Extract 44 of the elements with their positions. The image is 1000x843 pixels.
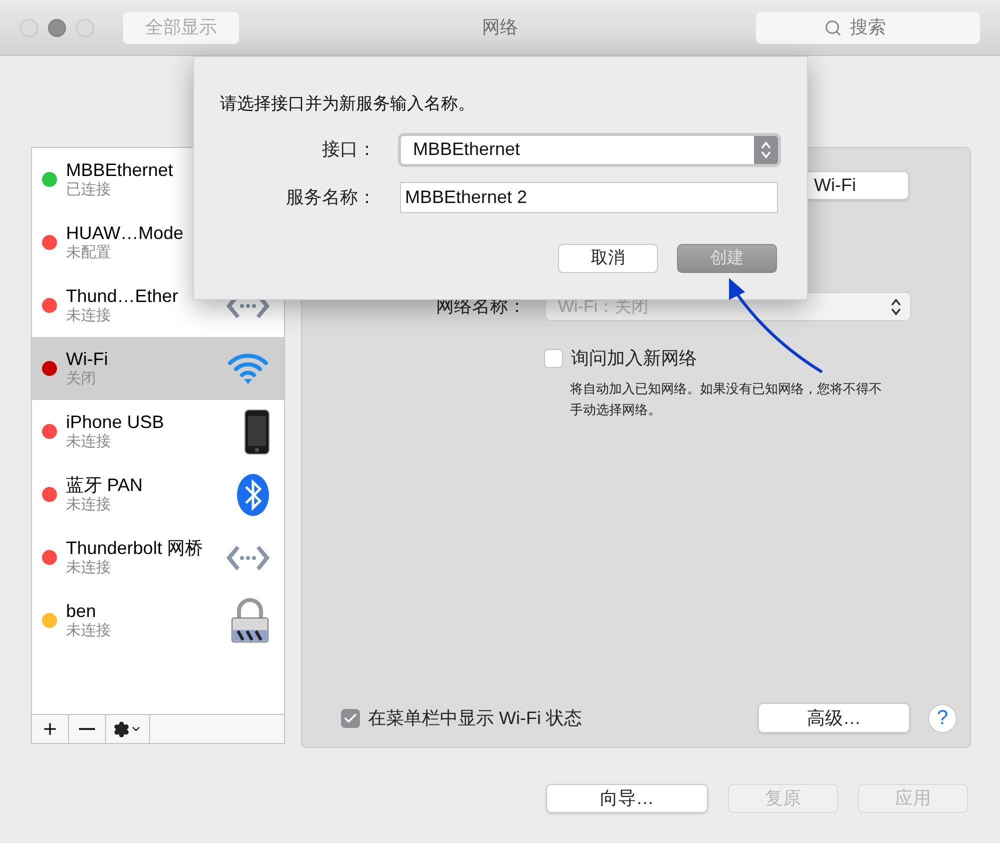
service-item[interactable]: Wi-Fi 关闭 <box>32 337 284 400</box>
updown-icon <box>760 140 772 160</box>
service-name: HUAW…Mode <box>66 222 184 244</box>
plus-icon <box>41 720 59 738</box>
checkbox-label: 在菜单栏中显示 Wi-Fi 状态 <box>368 706 582 730</box>
service-status: 未连接 <box>66 433 112 452</box>
help-text: 将自动加入已知网络。如果没有已知网络，您将不得不手动选择网络。 <box>570 380 883 419</box>
field-label: 服务名称： <box>285 186 376 208</box>
footer-button[interactable]: 向导… <box>546 784 708 813</box>
service-status: 未连接 <box>66 622 112 642</box>
interface-select[interactable]: MBBEthernet <box>398 132 781 166</box>
checkbox[interactable] <box>544 349 563 368</box>
service-status: 未连接 <box>66 307 112 326</box>
service-name: MBBEthernet <box>66 158 174 182</box>
gear-icon <box>113 720 130 738</box>
dialog-button[interactable]: 取消 <box>558 244 658 272</box>
search-field[interactable]: 搜索 <box>756 12 980 44</box>
field-label: 接口： <box>321 138 376 161</box>
minus-icon <box>79 728 95 730</box>
service-name: Thunderbolt 网桥 <box>66 536 204 560</box>
search-icon <box>824 18 842 36</box>
checkbox[interactable] <box>341 708 360 728</box>
bluetooth-icon <box>236 472 270 516</box>
service-status: 未配置 <box>66 244 112 264</box>
wifi-button[interactable]: Wi-Fi <box>805 171 909 200</box>
lock-icon <box>230 598 270 644</box>
service-name-field[interactable]: MBBEthernet 2 <box>400 182 778 212</box>
phone-icon <box>244 408 270 454</box>
advanced-button[interactable]: 高级… <box>758 703 910 733</box>
service-name: 蓝牙 PAN <box>66 474 144 496</box>
service-name: iPhone USB <box>66 410 166 434</box>
service-name: ben <box>66 600 98 622</box>
service-status: 关闭 <box>66 370 97 390</box>
service-name: Wi-Fi <box>66 348 109 370</box>
updown-icon <box>890 296 902 316</box>
service-status: 未连接 <box>66 559 112 578</box>
minimize-button[interactable] <box>48 18 66 36</box>
dialog-prompt: 请选择接口并为新服务输入名称。 <box>220 93 476 115</box>
service-name: Thund…Ether <box>66 284 180 308</box>
checkbox-label: 询问加入新网络 <box>571 347 697 370</box>
help-button[interactable]: ? <box>928 704 957 732</box>
service-status: 未连接 <box>66 496 112 516</box>
window-title: 网络 <box>482 16 518 39</box>
service-status: 已连接 <box>66 181 112 200</box>
